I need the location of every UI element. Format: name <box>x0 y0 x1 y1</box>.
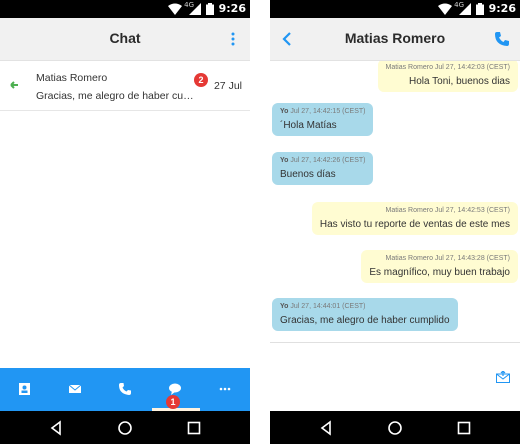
more-icon <box>219 387 231 391</box>
message-bubble: Yo Jul 27, 14:44:01 (CEST) Gracias, me a… <box>272 298 458 331</box>
message-bubble: Matias Romero Jul 27, 14:42:03 (CEST) Ho… <box>377 61 518 92</box>
message-timestamp: Jul 27, 14:44:01 (CEST) <box>290 303 366 310</box>
message-text: Es magnífico, muy buen trabajo <box>369 267 510 278</box>
message-text: ´Hola Matías <box>280 120 337 131</box>
back-nav-icon[interactable] <box>318 420 334 436</box>
overflow-menu-icon[interactable] <box>230 32 236 46</box>
chat-icon <box>169 383 181 395</box>
message-meta: Matias Romero Jul 27, 14:42:03 (CEST) <box>385 64 511 71</box>
conversation-date: 27 Jul <box>213 80 242 92</box>
signal-icon <box>189 3 201 15</box>
call-icon[interactable] <box>494 31 510 47</box>
nav-more[interactable] <box>200 368 250 411</box>
battery-icon <box>206 3 214 15</box>
status-bar: 4G 9:26 <box>0 0 250 18</box>
message-bubble: Matias Romero Jul 27, 14:42:53 (CEST) Ha… <box>311 202 518 235</box>
chat-title: Matias Romero <box>344 30 446 46</box>
contacts-icon <box>19 383 30 395</box>
message-meta: Yo Jul 27, 14:44:01 (CEST) <box>280 303 450 310</box>
send-mail-icon[interactable] <box>496 371 510 383</box>
message-meta: Yo Jul 27, 14:42:26 (CEST) <box>280 157 365 164</box>
message-meta: Yo Jul 27, 14:42:15 (CEST) <box>280 108 365 115</box>
message-timestamp: Jul 27, 14:42:26 (CEST) <box>290 157 366 164</box>
system-nav-bar <box>0 411 250 444</box>
recents-nav-icon[interactable] <box>456 420 472 436</box>
bottom-nav <box>0 368 250 411</box>
home-nav-icon[interactable] <box>387 420 403 436</box>
home-nav-icon[interactable] <box>117 420 133 436</box>
message-meta: Matias Romero Jul 27, 14:42:53 (CEST) <box>385 207 511 214</box>
message-text: Has visto tu reporte de ventas de este m… <box>319 219 510 230</box>
message-timestamp: Jul 27, 14:42:15 (CEST) <box>290 108 366 115</box>
recents-nav-icon[interactable] <box>186 420 202 436</box>
message-bubble: Yo Jul 27, 14:42:15 (CEST) ´Hola Matías <box>272 103 374 136</box>
back-nav-icon[interactable] <box>48 420 64 436</box>
signal-icon <box>459 3 471 15</box>
message-text: Gracias, me alegro de haber cumplido <box>280 315 450 326</box>
message-sender: Yo <box>280 157 289 164</box>
wifi-icon <box>168 3 182 15</box>
message-text: Hola Toni, buenos dias <box>409 76 510 87</box>
message-sender: Yo <box>280 303 289 310</box>
message-sender: Yo <box>280 108 289 115</box>
mail-icon <box>69 384 81 393</box>
nav-contacts[interactable] <box>0 368 50 411</box>
message-meta: Matias Romero Jul 27, 14:43:28 (CEST) <box>385 255 511 262</box>
conversations-screen: 4G 9:26 Chat Matias Romero Gracias, me a… <box>0 0 250 444</box>
clock: 9:26 <box>218 2 246 15</box>
status-bar: 4G 9:26 <box>270 0 520 18</box>
conversation-name: Matias Romero <box>36 72 108 84</box>
message-bubble: Yo Jul 27, 14:42:26 (CEST) Buenos días <box>272 152 374 185</box>
message-bubble: Matias Romero Jul 27, 14:43:28 (CEST) Es… <box>361 250 518 283</box>
wifi-icon <box>438 3 452 15</box>
chat-badge: 1 <box>166 395 180 409</box>
conversation-preview: Gracias, me alegro de haber cumplido <box>36 90 194 102</box>
clock: 9:26 <box>488 2 516 15</box>
conversation-item[interactable]: Matias Romero Gracias, me alegro de habe… <box>0 61 250 111</box>
system-nav-bar <box>270 411 520 444</box>
message-text: Buenos días <box>280 169 336 180</box>
nav-phone[interactable] <box>100 368 150 411</box>
app-bar: Chat <box>0 18 250 61</box>
nav-mail[interactable] <box>50 368 100 411</box>
page-title: Chat <box>109 30 141 46</box>
message-composer[interactable] <box>270 342 520 411</box>
outgoing-arrow-icon <box>10 81 18 89</box>
unread-badge: 2 <box>194 73 208 87</box>
battery-icon <box>476 3 484 15</box>
message-list[interactable]: Matias Romero Jul 27, 14:42:03 (CEST) Ho… <box>270 61 520 342</box>
phone-icon <box>119 383 131 395</box>
app-bar: Matias Romero <box>270 18 520 61</box>
chat-screen: 4G 9:26 Matias Romero Matias Romero Jul … <box>270 0 520 444</box>
